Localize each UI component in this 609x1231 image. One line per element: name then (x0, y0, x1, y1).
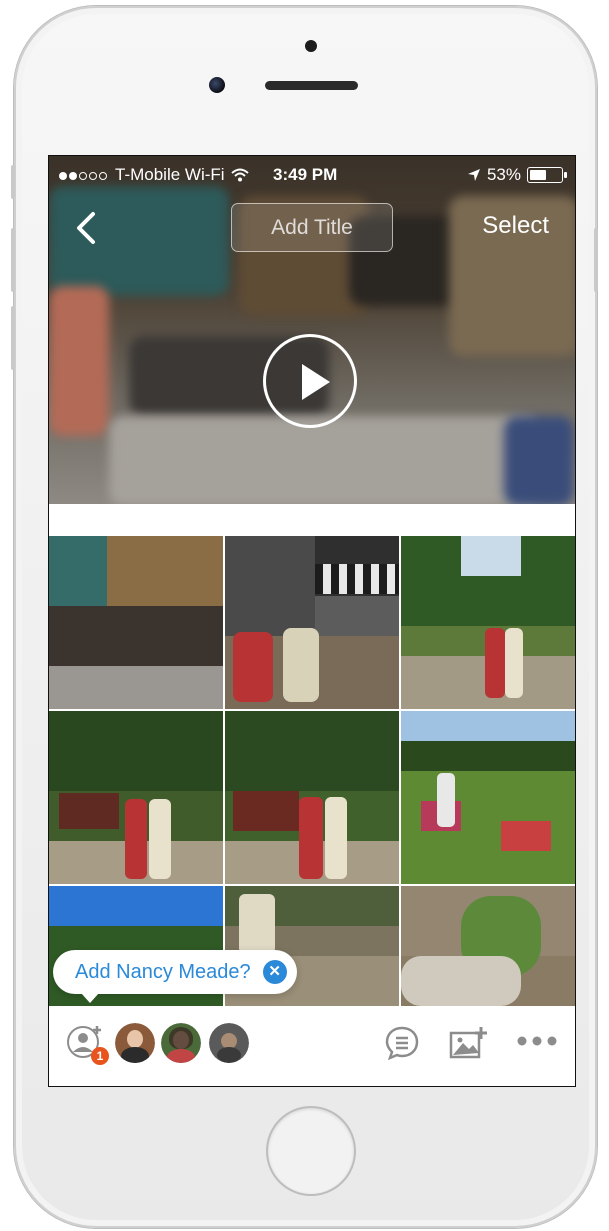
bottom-toolbar: 1 (49, 1007, 575, 1086)
screen: T-Mobile Wi-Fi 3:49 PM 53% Add Title Sel… (48, 155, 576, 1087)
volume-down-button (11, 306, 15, 370)
power-button (594, 228, 598, 292)
add-title-field[interactable]: Add Title (231, 203, 393, 252)
photo-thumbnail[interactable] (49, 711, 223, 884)
battery-icon (527, 167, 567, 183)
status-bar: T-Mobile Wi-Fi 3:49 PM 53% (49, 156, 575, 192)
suggestion-count-badge: 1 (91, 1047, 109, 1065)
avatar[interactable] (115, 1023, 155, 1063)
add-photo-icon[interactable] (449, 1025, 487, 1059)
blur-mural (49, 286, 109, 436)
earpiece-speaker (265, 81, 358, 90)
close-icon[interactable]: ✕ (262, 960, 287, 984)
location-arrow-icon (467, 169, 480, 181)
sensor (305, 40, 317, 52)
front-camera (209, 77, 225, 93)
photo-thumbnail[interactable] (401, 536, 575, 709)
mute-switch (11, 165, 15, 199)
select-button[interactable]: Select (482, 212, 549, 240)
signal-dots-icon (59, 165, 109, 185)
chevron-left-icon[interactable] (69, 206, 105, 250)
photo-grid (49, 536, 575, 1006)
blur-person-blue (504, 416, 574, 504)
home-button[interactable] (266, 1106, 356, 1196)
photo-thumbnail[interactable] (225, 536, 399, 709)
more-icon[interactable] (517, 1036, 557, 1046)
photo-thumbnail[interactable] (225, 711, 399, 884)
comment-icon[interactable] (384, 1025, 420, 1061)
video-hero[interactable]: T-Mobile Wi-Fi 3:49 PM 53% Add Title Sel… (49, 156, 575, 504)
blur-counter (109, 416, 539, 504)
battery-percent: 53% (486, 165, 521, 184)
wifi-icon (230, 168, 249, 182)
photo-thumbnail[interactable] (49, 536, 223, 709)
avatar[interactable] (161, 1023, 201, 1063)
face-suggestion-tooltip[interactable]: Add Nancy Meade? ✕ (53, 950, 297, 1003)
photo-thumbnail[interactable] (401, 886, 575, 1006)
suggestion-text[interactable]: Add Nancy Meade? (75, 961, 251, 984)
carrier-label: T-Mobile Wi-Fi (115, 165, 225, 184)
play-icon[interactable] (263, 334, 357, 428)
avatar[interactable] (209, 1023, 249, 1063)
status-time: 3:49 PM (273, 165, 338, 184)
photo-thumbnail[interactable] (401, 711, 575, 884)
volume-up-button (11, 228, 15, 292)
